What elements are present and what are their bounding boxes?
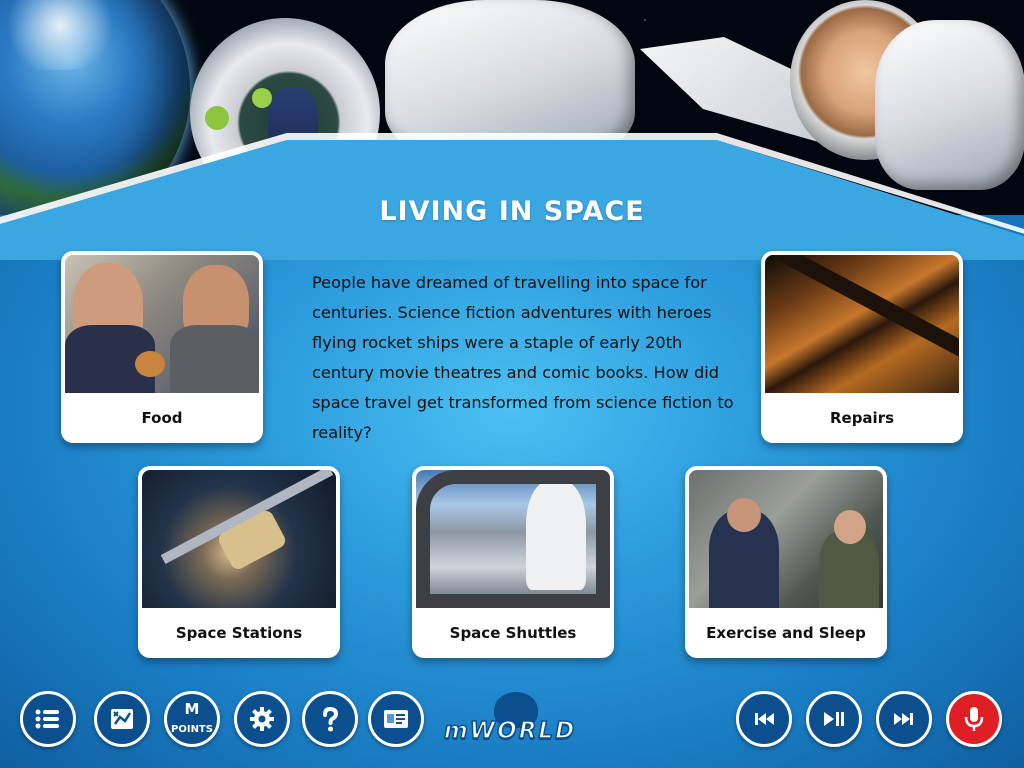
play-pause-icon [824, 712, 844, 726]
microphone-icon [964, 707, 984, 731]
record-button[interactable] [946, 691, 1002, 747]
gear-icon [250, 707, 274, 731]
mworld-logo: mWORLD [443, 692, 575, 746]
help-button[interactable] [302, 691, 358, 747]
menu-button[interactable] [20, 691, 76, 747]
space-stations-thumbnail [142, 470, 336, 608]
profile-button[interactable] [368, 691, 424, 747]
topic-label: Space Stations [175, 624, 303, 642]
id-card-icon [384, 710, 408, 728]
topic-label: Repairs [829, 409, 895, 427]
question-icon [323, 706, 339, 732]
astronaut-image [875, 20, 1024, 190]
topic-card-repairs[interactable]: Repairs [761, 251, 963, 443]
page-title: LIVING IN SPACE [379, 196, 645, 227]
space-shuttles-thumbnail [416, 470, 610, 608]
topic-card-space-shuttles[interactable]: Space Shuttles [412, 466, 614, 658]
previous-button[interactable] [736, 691, 792, 747]
m-points-icon: M [184, 700, 200, 718]
topic-card-space-stations[interactable]: Space Stations [138, 466, 340, 658]
skip-forward-icon [894, 713, 913, 725]
topic-label: Exercise and Sleep [706, 624, 866, 642]
points-button[interactable]: M POINTS [164, 691, 220, 747]
play-pause-button[interactable] [806, 691, 862, 747]
repairs-thumbnail [765, 255, 959, 393]
exercise-sleep-thumbnail [689, 470, 883, 608]
puzzle-icon [111, 709, 133, 729]
logo-text: mWORLD [443, 717, 577, 745]
settings-button[interactable] [234, 691, 290, 747]
topic-card-food[interactable]: Food [61, 251, 263, 443]
topic-label: Food [141, 409, 183, 427]
next-button[interactable] [876, 691, 932, 747]
points-label: POINTS [171, 724, 213, 735]
intro-text: People have dreamed of travelling into s… [312, 273, 734, 442]
topic-card-exercise-sleep[interactable]: Exercise and Sleep [685, 466, 887, 658]
puzzle-button[interactable] [94, 691, 150, 747]
menu-list-icon [35, 709, 59, 729]
skip-back-icon [755, 713, 774, 725]
topic-label: Space Shuttles [449, 624, 577, 642]
food-thumbnail [65, 255, 259, 393]
